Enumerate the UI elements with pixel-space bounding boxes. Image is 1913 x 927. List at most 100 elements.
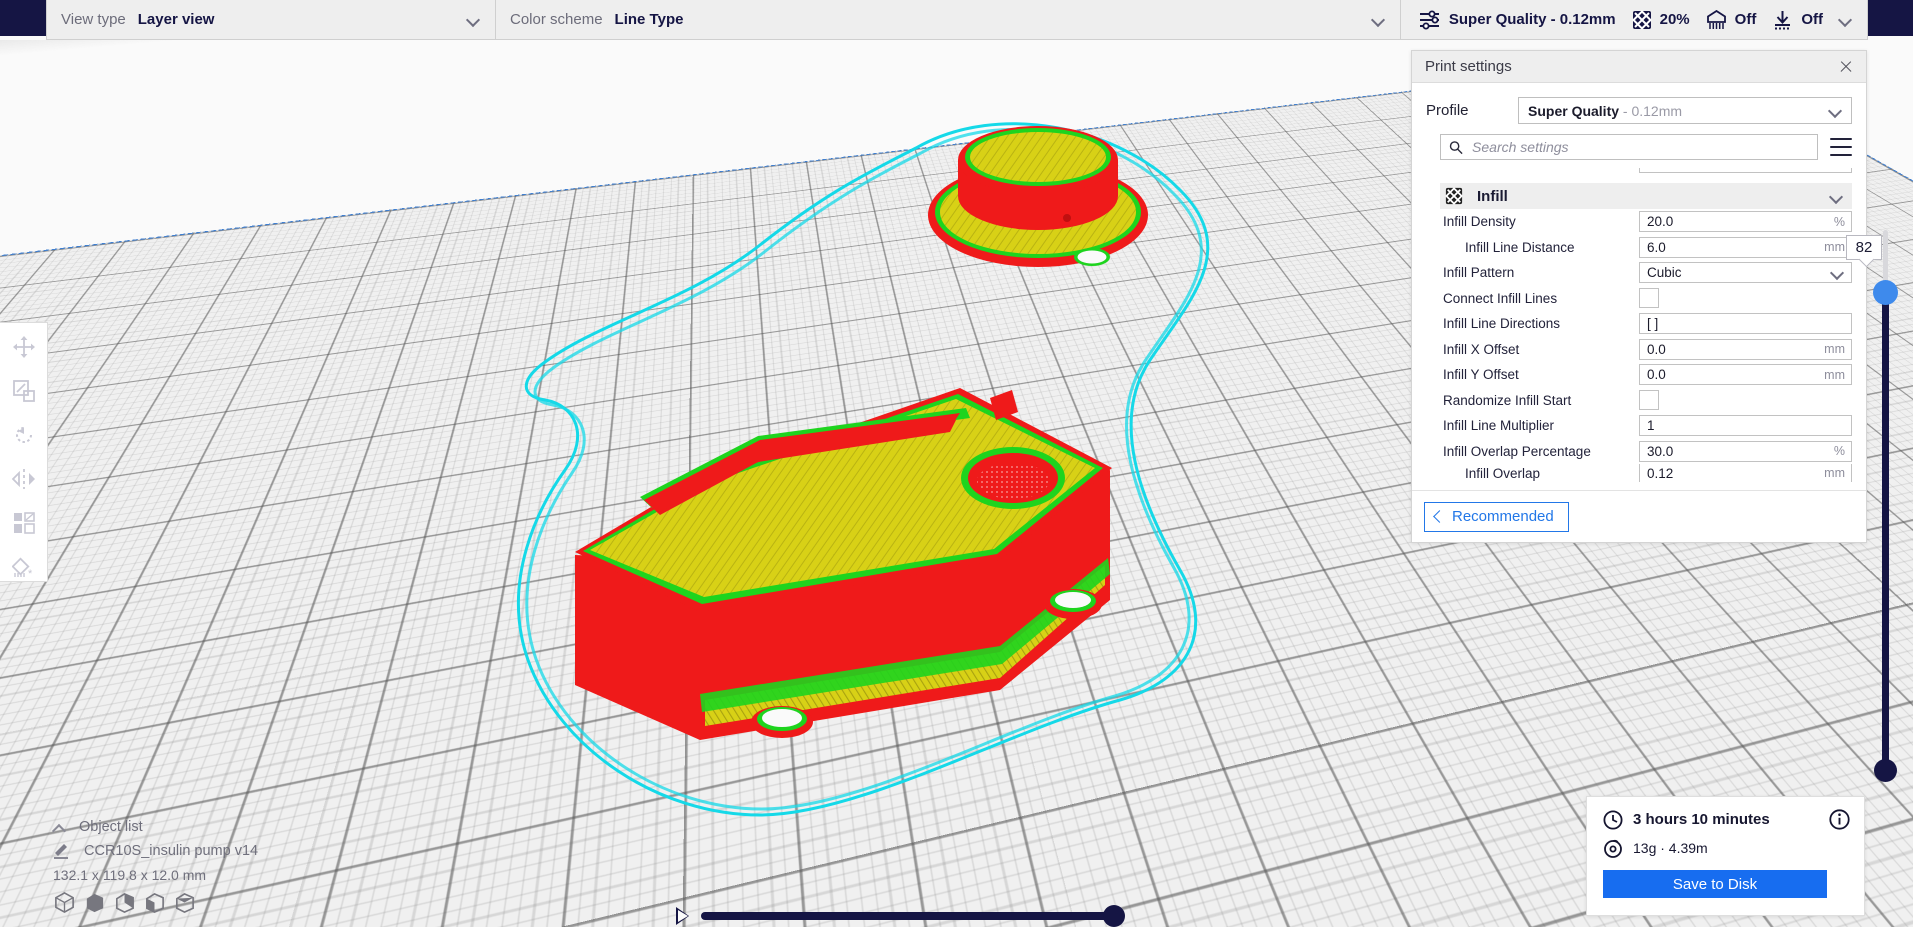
setting-input[interactable]: 6.0 mm: [1639, 237, 1852, 258]
clock-icon: [1603, 810, 1623, 830]
infill-icon: [1632, 10, 1652, 30]
per-model-settings-tool-button[interactable]: [4, 508, 44, 537]
cura-application-window: View type Layer view Color scheme Line T…: [0, 0, 1913, 927]
layer-slider[interactable]: 82: [1872, 230, 1898, 775]
setting-label: Infill Density: [1440, 214, 1639, 229]
setting-value: 0.12: [1647, 466, 1673, 481]
layer-slider-track-lower[interactable]: [1882, 296, 1889, 775]
setting-value: [ ]: [1647, 316, 1658, 331]
print-setup-summary-button[interactable]: Super Quality - 0.12mm 20% Off Off: [1401, 0, 1868, 40]
settings-visibility-menu-icon[interactable]: [1830, 138, 1852, 156]
setting-value: Cubic: [1647, 265, 1682, 280]
setting-dropdown[interactable]: Cubic: [1639, 262, 1852, 283]
recommended-mode-button[interactable]: Recommended: [1424, 502, 1569, 532]
settings-category-infill[interactable]: Infill: [1440, 183, 1852, 209]
layer-slider-value-bubble: 82: [1846, 235, 1882, 260]
setting-checkbox[interactable]: [1639, 390, 1659, 410]
view-front-icon[interactable]: [83, 891, 106, 914]
profile-dropdown[interactable]: Super Quality - 0.12mm: [1518, 97, 1852, 124]
object-list-header[interactable]: Object list: [53, 815, 353, 839]
path-slider-track[interactable]: [701, 912, 1116, 920]
recommended-label: Recommended: [1452, 508, 1554, 525]
quality-indicator[interactable]: Super Quality - 0.12mm: [1419, 10, 1616, 30]
view-right-icon[interactable]: [173, 891, 196, 914]
setting-value: 20.0: [1647, 214, 1673, 229]
mirror-tool-button[interactable]: [4, 464, 44, 493]
settings-partial-row-top: [1440, 168, 1852, 182]
setting-value: 30.0: [1647, 444, 1673, 459]
color-scheme-value: Line Type: [615, 11, 684, 28]
support-indicator[interactable]: Off: [1706, 10, 1757, 30]
setting-input[interactable]: 1: [1639, 415, 1852, 436]
scale-tool-button[interactable]: [4, 377, 44, 406]
setting-input[interactable]: [ ]: [1639, 313, 1852, 334]
view-3d-icon[interactable]: [53, 891, 76, 914]
save-to-disk-button[interactable]: Save to Disk: [1603, 870, 1827, 898]
settings-row: Infill Y Offset 0.0 mm: [1440, 362, 1852, 388]
setting-input[interactable]: 0.0 mm: [1639, 339, 1852, 360]
sliders-icon: [1419, 10, 1441, 30]
setting-input[interactable]: 20.0%: [1639, 211, 1852, 232]
layer-slider-upper-handle[interactable]: [1873, 280, 1898, 305]
path-slider-handle[interactable]: [1103, 905, 1125, 927]
settings-row: Connect Infill Lines: [1440, 286, 1852, 312]
top-toolbar: View type Layer view Color scheme Line T…: [46, 0, 1868, 40]
scale-icon: [13, 380, 35, 402]
close-icon[interactable]: [1836, 57, 1856, 77]
move-tool-button[interactable]: [4, 333, 44, 362]
infill-indicator[interactable]: 20%: [1632, 10, 1690, 30]
setting-unit: mm: [1824, 466, 1845, 480]
layer-slider-lower-handle[interactable]: [1874, 759, 1897, 782]
object-list-panel: Object list CCR10S_insulin pump v14 132.…: [53, 815, 353, 914]
save-to-disk-label: Save to Disk: [1673, 876, 1757, 893]
print-settings-footer: Recommended: [1412, 490, 1866, 542]
per-model-settings-icon: [13, 512, 35, 534]
chevron-down-icon: [1830, 192, 1844, 201]
search-row: [1412, 124, 1866, 166]
settings-row: Infill Overlap Percentage 30.0%: [1440, 439, 1852, 465]
print-settings-panel: Print settings Profile Super Quality - 0…: [1411, 50, 1867, 543]
setting-value: 0.0: [1647, 342, 1666, 357]
chevron-left-icon: [1433, 510, 1446, 523]
view-left-icon[interactable]: [143, 891, 166, 914]
setting-input[interactable]: 0.0 mm: [1639, 364, 1852, 385]
rotate-tool-button[interactable]: [4, 421, 44, 450]
view-type-selector[interactable]: View type Layer view: [46, 0, 496, 40]
setting-label: Infill Y Offset: [1440, 367, 1639, 382]
adhesion-icon: [1772, 10, 1793, 30]
settings-row: Randomize Infill Start: [1440, 388, 1852, 414]
path-playback-bar: [676, 905, 1116, 927]
support-blocker-tool-button[interactable]: *: [4, 552, 44, 581]
search-input[interactable]: [1472, 139, 1809, 155]
setting-label: Infill Pattern: [1440, 265, 1639, 280]
setting-value: 0.0: [1647, 367, 1666, 382]
settings-list[interactable]: Infill Infill Density 20.0% Infill Line Di…: [1440, 168, 1852, 490]
profile-label: Profile: [1426, 102, 1518, 119]
view-type-value: Layer view: [138, 11, 215, 28]
pen-icon: [53, 843, 71, 859]
quality-label: Super Quality - 0.12mm: [1449, 11, 1616, 28]
setting-label: Infill Line Distance: [1440, 240, 1639, 255]
setting-label: Infill X Offset: [1440, 342, 1639, 357]
search-settings-box[interactable]: [1440, 134, 1818, 160]
object-dimensions: 132.1 x 119.8 x 12.0 mm: [53, 867, 353, 883]
setting-label: Randomize Infill Start: [1440, 393, 1639, 408]
setting-checkbox[interactable]: [1639, 288, 1659, 308]
setting-label: Infill Line Multiplier: [1440, 418, 1639, 433]
setting-input[interactable]: 0.12 mm: [1639, 464, 1852, 482]
setting-label: Infill Overlap Percentage: [1440, 444, 1639, 459]
color-scheme-label: Color scheme: [510, 11, 603, 28]
support-icon: [1706, 10, 1727, 30]
support-blocker-icon: *: [12, 556, 36, 578]
object-list-item[interactable]: CCR10S_insulin pump v14: [53, 839, 353, 863]
adhesion-indicator[interactable]: Off: [1772, 10, 1823, 30]
info-icon[interactable]: [1829, 809, 1850, 830]
play-icon[interactable]: [676, 907, 689, 925]
view-mode-buttons: [53, 891, 353, 914]
view-top-icon[interactable]: [113, 891, 136, 914]
color-scheme-selector[interactable]: Color scheme Line Type: [496, 0, 1401, 40]
setting-input[interactable]: 30.0%: [1639, 441, 1852, 462]
move-icon: [13, 336, 35, 358]
print-info-card: 3 hours 10 minutes 13g · 4.39m Save to D…: [1586, 796, 1865, 916]
rotate-icon: [13, 424, 35, 446]
